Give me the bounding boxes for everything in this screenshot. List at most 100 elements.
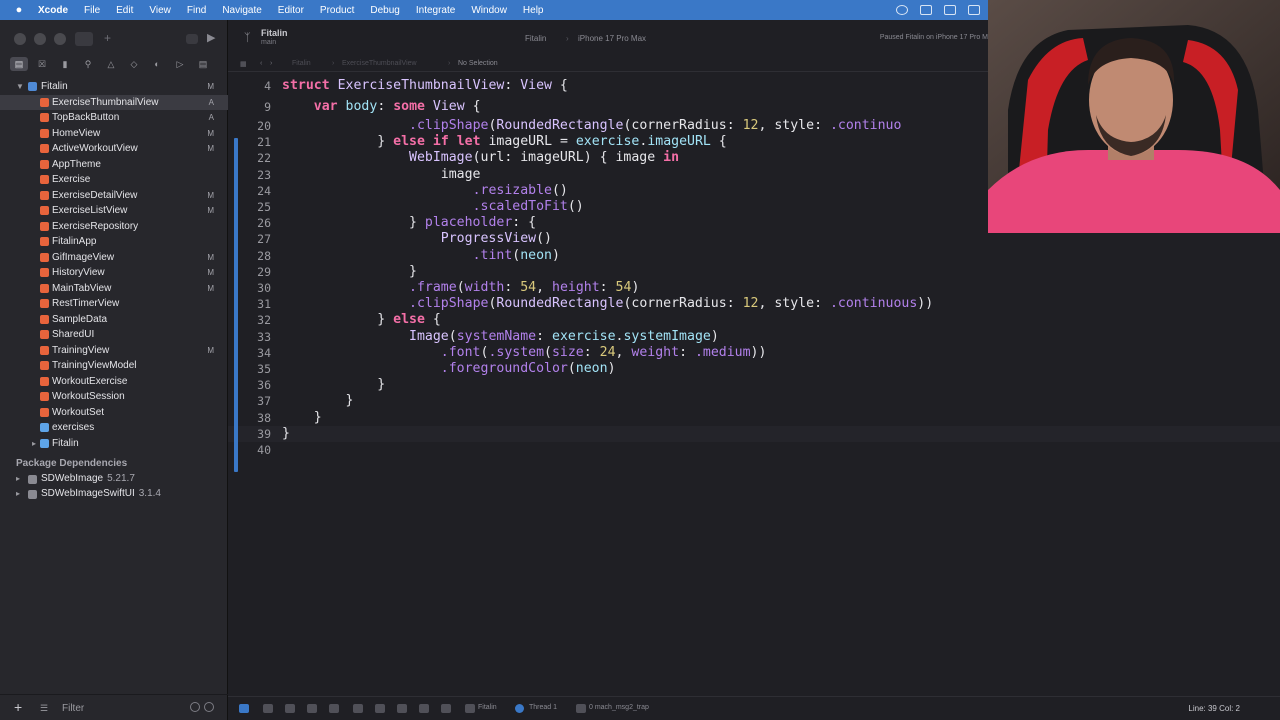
menu-file[interactable]: File [84, 5, 100, 16]
product-folder[interactable]: ▸ Fitalin [0, 436, 228, 452]
file-row[interactable]: ExerciseListView M [0, 203, 228, 219]
apple-menu-icon[interactable]: ● [0, 4, 38, 16]
file-row[interactable]: ExerciseRepository [0, 219, 228, 235]
grid-icon[interactable]: ▦ [240, 60, 247, 68]
menu-product[interactable]: Product [320, 5, 354, 16]
file-row[interactable]: HistoryView M [0, 265, 228, 281]
source-control-icon[interactable]: ☒ [33, 57, 51, 71]
menu-edit[interactable]: Edit [116, 5, 133, 16]
minimize-window-button[interactable] [34, 33, 46, 45]
debug-frame[interactable]: 0 mach_msg2_trap [589, 704, 649, 711]
file-row[interactable]: WorkoutExercise [0, 374, 228, 390]
toggle-debug-area-icon[interactable] [239, 704, 249, 713]
environment-icon[interactable] [397, 704, 407, 713]
file-row[interactable]: SharedUI [0, 327, 228, 343]
file-row[interactable]: SampleData [0, 312, 228, 328]
breadcrumb-project[interactable]: Fitalin [292, 60, 311, 67]
package-row[interactable]: ▸ SDWebImage 5.21.7 [0, 472, 228, 487]
project-root[interactable]: ▼ Fitalin M [0, 79, 228, 95]
view-hierarchy-icon[interactable] [353, 704, 363, 713]
test-icon[interactable]: ◇ [125, 57, 143, 71]
menu-view[interactable]: View [149, 5, 171, 16]
search-icon[interactable]: ⚲ [79, 57, 97, 71]
file-row[interactable]: ExerciseDetailView M [0, 188, 228, 204]
file-row[interactable]: ExerciseThumbnailView A [0, 94, 228, 110]
file-row[interactable]: Exercise [0, 172, 228, 188]
bookmark-icon[interactable]: ▮ [56, 57, 74, 71]
scheme-selector[interactable]: Fitalin [525, 34, 546, 43]
window-icon[interactable] [920, 5, 932, 15]
report-icon[interactable]: ▤ [194, 57, 212, 71]
simulate-location-icon[interactable] [419, 704, 429, 713]
file-row[interactable]: FitalinApp [0, 234, 228, 250]
breakpoint-icon[interactable]: ▷ [171, 57, 189, 71]
scheme-title[interactable]: Fitalin main [261, 28, 288, 48]
warning-icon[interactable]: △ [102, 57, 120, 71]
back-icon[interactable]: ‹ [260, 60, 262, 67]
recent-files-icon[interactable] [190, 702, 200, 712]
code-line[interactable]: 36 } [228, 377, 1280, 393]
location-icon[interactable] [441, 704, 451, 713]
file-row[interactable]: RestTimerView [0, 296, 228, 312]
menu-debug[interactable]: Debug [370, 5, 399, 16]
memory-graph-icon[interactable] [375, 704, 385, 713]
package-row[interactable]: ▸ SDWebImageSwiftUI 3.1.4 [0, 487, 228, 502]
breadcrumb-selection[interactable]: No Selection [458, 60, 498, 67]
code-line[interactable]: 30 .frame(width: 54, height: 54) [228, 280, 1280, 296]
debug-scheme[interactable]: Fitalin [478, 704, 497, 711]
code-line[interactable]: 40 [228, 442, 1280, 458]
forward-icon[interactable]: › [270, 60, 272, 67]
zoom-window-button[interactable] [54, 33, 66, 45]
chevron-right-icon[interactable]: ▸ [16, 489, 20, 498]
code-line[interactable]: 29 } [228, 264, 1280, 280]
file-row[interactable]: WorkoutSet [0, 405, 228, 421]
chevron-right-icon[interactable]: ▸ [32, 439, 36, 448]
file-row[interactable]: WorkoutSession [0, 389, 228, 405]
file-row[interactable]: AppTheme [0, 157, 228, 173]
code-line[interactable]: 34 .font(.system(size: 24, weight: .medi… [228, 345, 1280, 361]
chevron-down-icon[interactable]: ▼ [16, 82, 24, 91]
code-line[interactable]: 35 .foregroundColor(neon) [228, 361, 1280, 377]
display-icon[interactable] [944, 5, 956, 15]
code-line[interactable]: 27 ProgressView() [228, 231, 1280, 247]
code-line[interactable]: 32 } else { [228, 312, 1280, 328]
menu-help[interactable]: Help [523, 5, 544, 16]
add-file-button[interactable]: + [14, 699, 22, 715]
step-into-icon[interactable] [307, 704, 317, 713]
filter-field[interactable]: ☰ Filter [36, 700, 218, 716]
folder-icon[interactable]: ▤ [10, 57, 28, 71]
run-button[interactable]: ▶ [207, 32, 225, 46]
device-selector[interactable]: iPhone 17 Pro Max [578, 34, 646, 43]
add-icon[interactable]: + [104, 32, 122, 46]
code-line[interactable]: 31 .clipShape(RoundedRectangle(cornerRad… [228, 296, 1280, 312]
file-row[interactable]: HomeView M [0, 126, 228, 142]
menu-app[interactable]: Xcode [38, 5, 68, 16]
breadcrumb-file[interactable]: ExerciseThumbnailView [342, 60, 417, 67]
file-row[interactable]: MainTabView M [0, 281, 228, 297]
stop-button[interactable] [186, 34, 198, 44]
pen-icon[interactable] [968, 5, 980, 15]
code-line[interactable]: 39} [228, 425, 1280, 442]
debug-thread[interactable]: Thread 1 [529, 704, 557, 711]
code-line[interactable]: 33 Image(systemName: exercise.systemImag… [228, 329, 1280, 345]
menu-window[interactable]: Window [471, 5, 507, 16]
menu-navigate[interactable]: Navigate [222, 5, 261, 16]
file-row[interactable]: ActiveWorkoutView M [0, 141, 228, 157]
scm-filter-icon[interactable] [204, 702, 214, 712]
status-circle-icon[interactable] [896, 5, 908, 15]
debug-icon[interactable]: ◐ [148, 57, 166, 71]
step-over-icon[interactable] [285, 704, 295, 713]
menu-editor[interactable]: Editor [278, 5, 304, 16]
code-line[interactable]: 37 } [228, 393, 1280, 409]
menu-integrate[interactable]: Integrate [416, 5, 455, 16]
menu-find[interactable]: Find [187, 5, 206, 16]
code-line[interactable]: 28 .tint(neon) [228, 248, 1280, 264]
continue-icon[interactable] [263, 704, 273, 713]
toggle-navigator-button[interactable] [75, 32, 93, 46]
file-row[interactable]: TrainingViewModel [0, 358, 228, 374]
file-row[interactable]: GifImageView M [0, 250, 228, 266]
close-window-button[interactable] [14, 33, 26, 45]
file-row[interactable]: TopBackButton A [0, 110, 228, 126]
chevron-right-icon[interactable]: ▸ [16, 474, 20, 483]
code-line[interactable]: 38 } [228, 410, 1280, 426]
